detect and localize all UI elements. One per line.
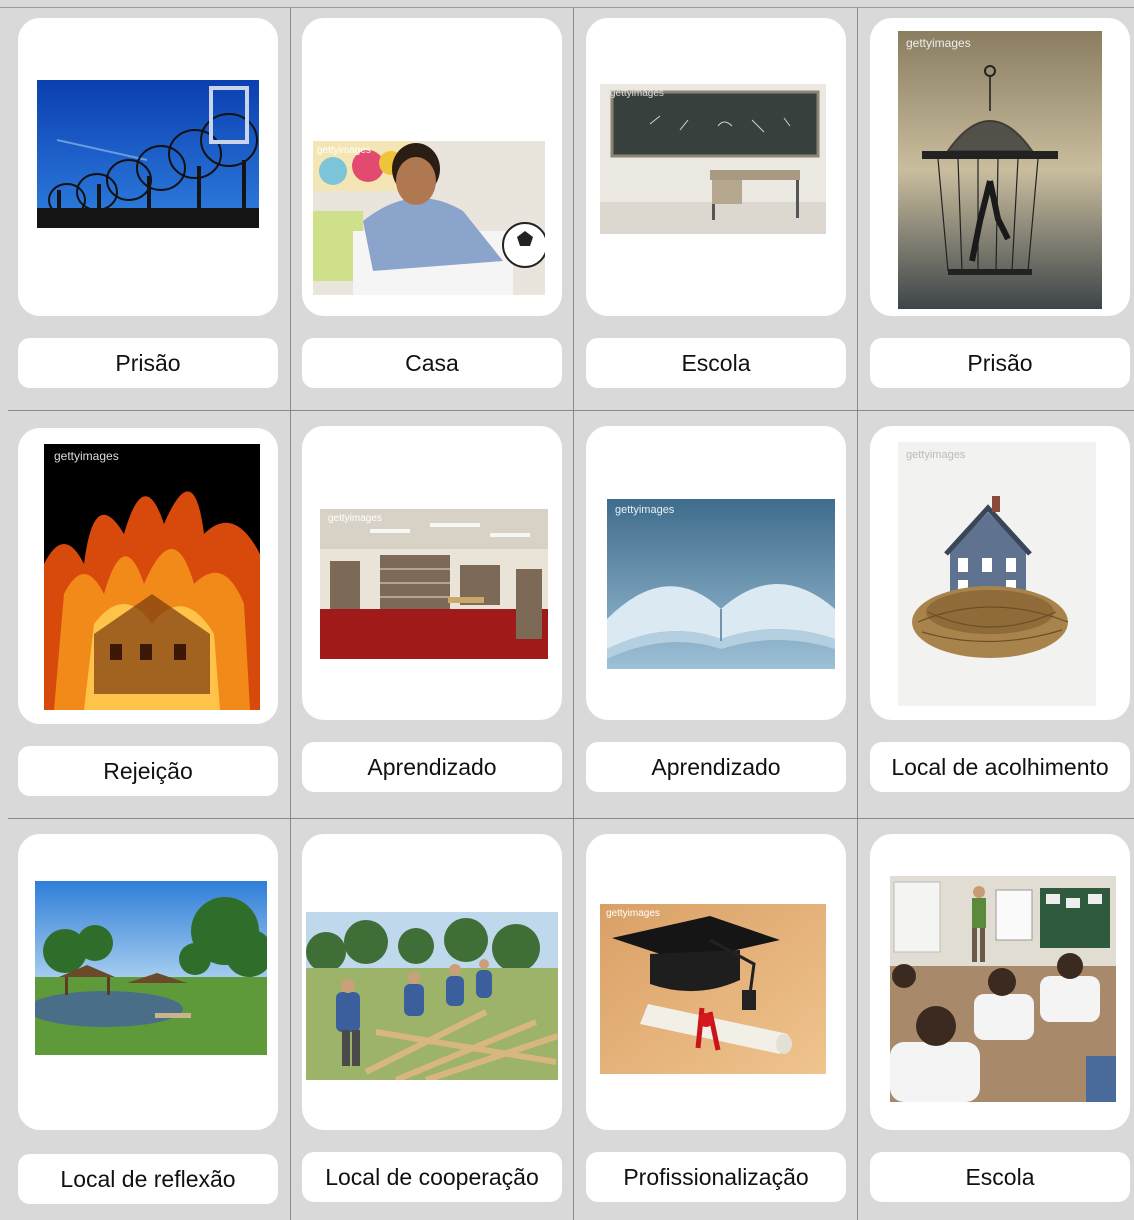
watermark: gettyimages (317, 145, 371, 156)
image-card: gettyimages (302, 18, 562, 316)
image-card: gettyimages (586, 834, 846, 1130)
card-label: Escola (586, 338, 846, 388)
card-label: Aprendizado (302, 742, 562, 792)
image-card: gettyimages (586, 18, 846, 316)
image-card (18, 834, 278, 1130)
watermark: gettyimages (54, 449, 119, 463)
image-card: gettyimages (870, 426, 1130, 720)
watermark: gettyimages (610, 88, 664, 99)
people-building-image (306, 912, 558, 1080)
open-book-image: gettyimages (607, 499, 835, 669)
card-label: Escola (870, 1152, 1130, 1202)
grid-divider (8, 410, 1134, 411)
house-in-nest-image: gettyimages (898, 442, 1096, 706)
grid-divider (573, 8, 574, 1220)
image-card: gettyimages (18, 428, 278, 724)
card-label: Prisão (18, 338, 278, 388)
card-label: Local de reflexão (18, 1154, 278, 1204)
graduation-cap-image: gettyimages (600, 904, 826, 1074)
card-label: Prisão (870, 338, 1130, 388)
card-label: Casa (302, 338, 562, 388)
image-card: gettyimages (870, 18, 1130, 316)
library-image: gettyimages (320, 509, 548, 659)
top-rule (0, 7, 1134, 8)
card-label: Local de cooperação (302, 1152, 562, 1202)
empty-classroom-image: gettyimages (600, 84, 826, 234)
watermark: gettyimages (615, 504, 675, 516)
watermark: gettyimages (328, 513, 382, 524)
grid-divider (290, 8, 291, 1220)
man-in-birdcage-image: gettyimages (898, 31, 1102, 309)
card-label: Aprendizado (586, 742, 846, 792)
image-card: gettyimages (586, 426, 846, 720)
image-card (18, 18, 278, 316)
card-label: Profissionalização (586, 1152, 846, 1202)
house-on-fire-image: gettyimages (44, 444, 260, 710)
image-card (870, 834, 1130, 1130)
card-label: Rejeição (18, 746, 278, 796)
pond-gazebo-image (35, 881, 267, 1055)
card-label: Local de acolhimento (870, 742, 1130, 792)
watermark: gettyimages (606, 908, 660, 919)
image-card: gettyimages (302, 426, 562, 720)
image-card (302, 834, 562, 1130)
watermark: gettyimages (906, 36, 971, 50)
students-classroom-image (890, 876, 1116, 1102)
grid-divider (857, 8, 858, 1220)
grid-divider (8, 818, 1134, 819)
barbed-wire-image (37, 80, 259, 228)
boy-studying-image: gettyimages (313, 141, 545, 295)
watermark: gettyimages (906, 449, 966, 461)
